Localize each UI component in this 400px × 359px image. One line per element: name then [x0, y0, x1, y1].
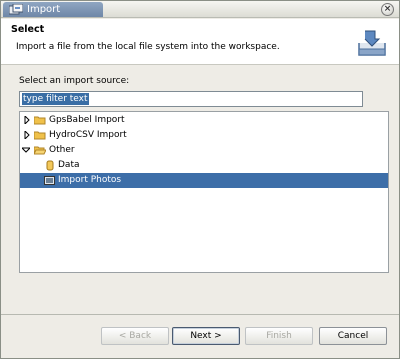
tree-item-label: GpsBabel Import: [49, 115, 125, 125]
title-bar[interactable]: Import ×: [1, 1, 399, 18]
tree-item-gpsbabel-import[interactable]: GpsBabel Import: [20, 113, 388, 128]
filter-text: type filter text: [22, 93, 89, 105]
finish-button[interactable]: Finish: [245, 327, 313, 345]
tree-item-label: Import Photos: [58, 175, 122, 185]
page-title: Select: [11, 24, 45, 35]
window-title: Import: [27, 4, 61, 15]
tree-item-label: HydroCSV Import: [49, 130, 127, 140]
button-separator: [1, 314, 399, 315]
import-window-icon: [9, 4, 23, 15]
import-dialog: Import × Select Import a file from the l…: [0, 0, 400, 359]
tree-item-other[interactable]: Other: [20, 143, 388, 158]
import-source-tree[interactable]: GpsBabel Import HydroCSV Import Other Da…: [19, 111, 389, 273]
photo-icon: [44, 176, 55, 185]
tree-item-hydrocsv-import[interactable]: HydroCSV Import: [20, 128, 388, 143]
folder-icon: [34, 131, 46, 140]
back-button[interactable]: < Back: [101, 327, 169, 345]
folder-icon: [34, 116, 46, 125]
tree-item-import-photos[interactable]: Import Photos: [20, 173, 388, 188]
import-source-label: Select an import source:: [19, 76, 130, 86]
expand-arrow-icon[interactable]: [23, 131, 31, 139]
close-icon: ×: [383, 4, 392, 14]
tree-item-label: Other: [49, 145, 75, 155]
data-icon: [46, 160, 54, 171]
tree-item-data[interactable]: Data: [20, 158, 388, 173]
tree-item-label: Data: [58, 160, 80, 170]
import-wizard-icon: [358, 30, 386, 56]
filter-input[interactable]: type filter text: [19, 91, 363, 107]
collapse-arrow-icon[interactable]: [22, 146, 30, 154]
page-description: Import a file from the local file system…: [16, 42, 280, 52]
open-folder-icon: [34, 146, 46, 155]
expand-arrow-icon[interactable]: [23, 116, 31, 124]
wizard-header: Select Import a file from the local file…: [1, 19, 399, 65]
next-button[interactable]: Next >: [172, 327, 240, 345]
close-button[interactable]: ×: [381, 3, 394, 16]
title-tab: Import: [3, 2, 103, 17]
cancel-button[interactable]: Cancel: [319, 327, 387, 345]
